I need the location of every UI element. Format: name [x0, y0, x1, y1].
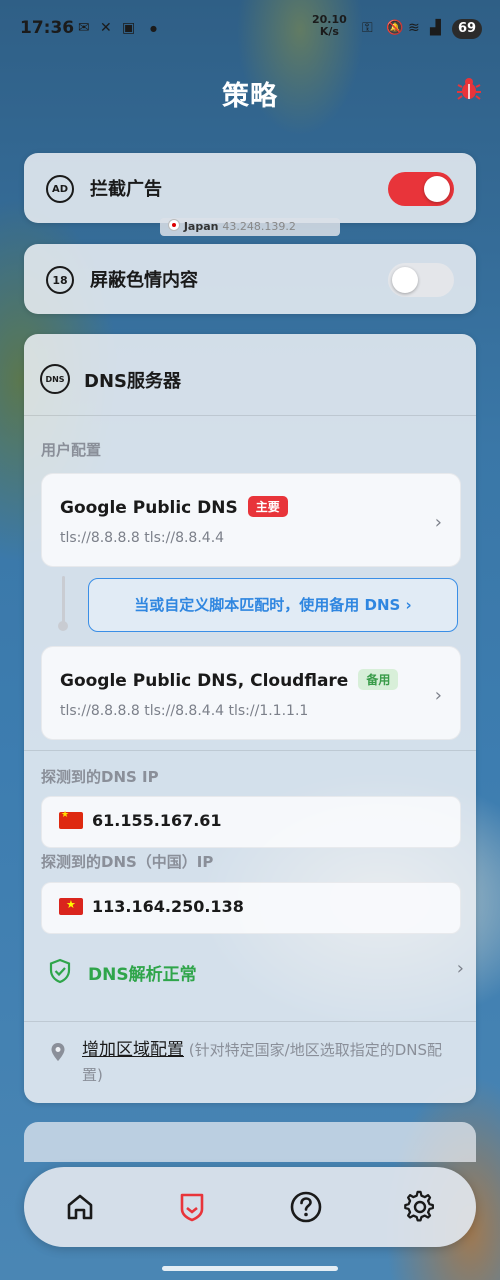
- detected-ip-box: 61.155.167.61: [41, 796, 461, 848]
- nav-policy-button[interactable]: [172, 1187, 212, 1227]
- toggle-knob: [392, 267, 418, 293]
- shield-icon: [180, 1193, 204, 1222]
- block-ads-row: AD 拦截广告: [24, 153, 476, 223]
- backup-badge: 备用: [358, 669, 399, 690]
- primary-dns-item[interactable]: Google Public DNS 主要 tls://8.8.8.8 tls://…: [41, 473, 461, 567]
- add-region-link-text: 增加区域配置: [82, 1040, 184, 1060]
- divider: [24, 415, 476, 416]
- next-card-peek: [24, 1122, 476, 1162]
- add-region-text: 增加区域配置 (针对特定国家/地区选取指定的DNS配置): [82, 1038, 462, 1088]
- shield-check-icon: [49, 958, 71, 984]
- detected-cn-ip-label: 探测到的DNS（中国）IP: [41, 853, 214, 871]
- fallback-dns-link[interactable]: 当或自定义脚本匹配时，使用备用 DNS ›: [88, 578, 458, 632]
- nav-home-button[interactable]: [60, 1187, 100, 1227]
- bottom-nav: [24, 1167, 476, 1247]
- toggle-knob: [424, 176, 450, 202]
- primary-badge: 主要: [247, 496, 288, 517]
- china-flag-icon: [59, 810, 83, 829]
- gear-icon: [404, 1190, 434, 1222]
- location-country: Japan: [183, 220, 219, 233]
- backup-dns-name-row: Google Public DNS, Cloudflare 备用: [60, 669, 399, 691]
- backup-dns-item[interactable]: Google Public DNS, Cloudflare 备用 tls://8.…: [41, 646, 461, 740]
- connector-line: [62, 576, 65, 626]
- dns-status-text: DNS解析正常: [88, 965, 197, 985]
- location-pin-icon: [51, 1043, 65, 1061]
- dot-icon: ●: [150, 24, 157, 33]
- dns-server-card: DNS DNS服务器 用户配置 Google Public DNS 主要 tls:…: [24, 334, 476, 1103]
- block-adult-label: 屏蔽色情内容: [90, 270, 198, 291]
- home-icon: [67, 1194, 93, 1220]
- detected-cn-ip-box: 113.164.250.138: [41, 882, 461, 934]
- primary-dns-name: Google Public DNS: [60, 498, 238, 518]
- user-config-label: 用户配置: [41, 441, 102, 459]
- nav-help-button[interactable]: [286, 1187, 326, 1227]
- block-adult-toggle[interactable]: [388, 263, 454, 297]
- location-overlay: Japan 43.248.139.2: [160, 218, 340, 236]
- wifi-icon: ≋: [408, 20, 420, 36]
- battery-indicator: 69: [452, 19, 482, 39]
- backup-dns-name: Google Public DNS, Cloudflare: [60, 671, 349, 691]
- message-icon: ▣: [122, 20, 136, 36]
- key-icon: ⚿: [362, 20, 373, 36]
- backup-dns-addresses: tls://8.8.8.8 tls://8.8.4.4 tls://1.1.1.…: [60, 703, 309, 719]
- signal-icon: ▟: [430, 20, 441, 36]
- detected-ip-value: 61.155.167.61: [92, 811, 222, 830]
- mail-icon: ✉: [78, 20, 90, 36]
- add-region-link[interactable]: 增加区域配置: [82, 1040, 184, 1060]
- status-time: 17:36: [20, 18, 75, 38]
- detected-cn-ip-value: 113.164.250.138: [92, 897, 244, 916]
- block-ads-label: 拦截广告: [90, 179, 162, 200]
- divider: [24, 750, 476, 751]
- ad-icon: AD: [46, 175, 74, 203]
- mute-icon: 🔕: [386, 20, 404, 36]
- dns-icon: DNS: [40, 364, 70, 394]
- dns-title: DNS服务器: [84, 371, 181, 392]
- x-icon: ✕: [100, 20, 112, 36]
- help-icon: [290, 1191, 322, 1223]
- net-speed-unit: K/s: [319, 25, 339, 38]
- primary-dns-addresses: tls://8.8.8.8 tls://8.8.4.4: [60, 530, 225, 546]
- chevron-right-icon: ›: [434, 685, 442, 706]
- bug-icon[interactable]: [456, 76, 482, 102]
- nav-settings-button[interactable]: [400, 1187, 440, 1227]
- home-indicator: [162, 1266, 338, 1271]
- status-bar: 17:36 ✉ ✕ ▣ ● 20.10 K/s ⚿ 🔕 ≋ ▟ 69: [0, 0, 500, 58]
- chevron-right-icon: ›: [456, 958, 464, 979]
- japan-flag-icon: [168, 219, 180, 231]
- divider: [24, 1021, 476, 1022]
- primary-dns-name-row: Google Public DNS 主要: [60, 496, 288, 518]
- age-18-icon: 18: [46, 266, 74, 294]
- block-adult-row: 18 屏蔽色情内容: [24, 244, 476, 314]
- dns-status-row[interactable]: DNS解析正常 ›: [48, 956, 464, 986]
- location-ip: 43.248.139.2: [222, 220, 296, 233]
- vietnam-flag-icon: [59, 898, 83, 915]
- detected-ip-label: 探测到的DNS IP: [41, 768, 159, 786]
- chevron-right-icon: ›: [434, 512, 442, 533]
- page-title: 策略: [222, 81, 278, 112]
- connector-dot: [58, 621, 68, 631]
- network-speed: 20.10 K/s: [312, 14, 347, 38]
- block-ads-toggle[interactable]: [388, 172, 454, 206]
